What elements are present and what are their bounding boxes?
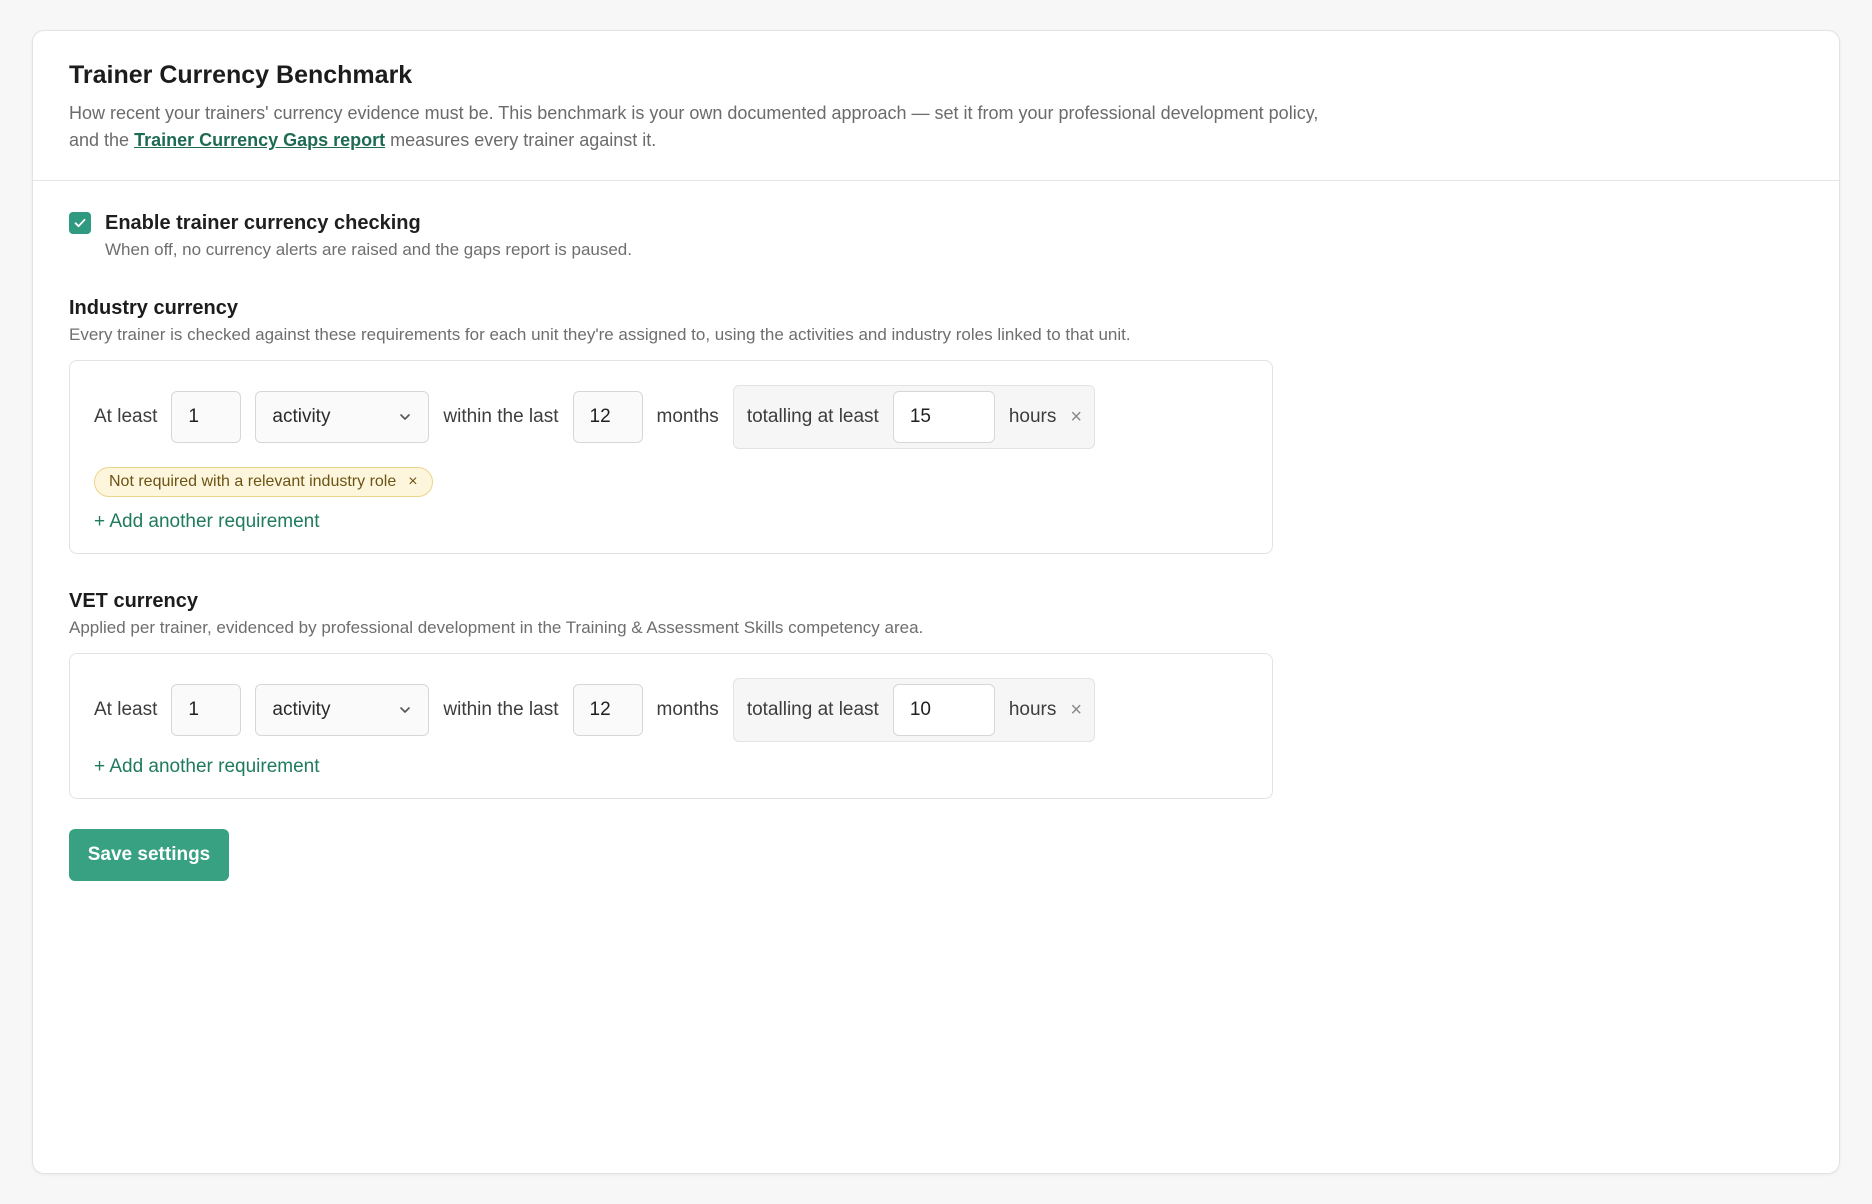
card-header: Trainer Currency Benchmark How recent yo… bbox=[33, 31, 1839, 181]
remove-hours-icon[interactable]: × bbox=[1070, 700, 1082, 720]
hours-label: hours bbox=[1008, 699, 1057, 720]
add-vet-requirement-button[interactable]: + Add another requirement bbox=[94, 756, 1248, 778]
gaps-report-link[interactable]: Trainer Currency Gaps report bbox=[134, 130, 385, 150]
vet-section-title: VET currency bbox=[69, 590, 198, 612]
enable-currency-toggle: Enable trainer currency checking When of… bbox=[69, 211, 1803, 261]
hours-group: totalling at least hours × bbox=[732, 678, 1096, 742]
description-text-end: measures every trainer against it. bbox=[385, 130, 657, 150]
vet-requirements-box: At least activity within the last months… bbox=[69, 653, 1273, 799]
add-industry-requirement-button[interactable]: + Add another requirement bbox=[94, 511, 1248, 533]
within-label: within the last bbox=[443, 699, 559, 720]
months-label: months bbox=[656, 699, 719, 720]
hours-input[interactable] bbox=[892, 684, 995, 736]
unit-select-value: activity bbox=[272, 699, 331, 720]
toggle-text: Enable trainer currency checking When of… bbox=[105, 211, 632, 261]
unit-select[interactable]: activity bbox=[255, 391, 430, 443]
months-label: months bbox=[656, 406, 719, 427]
chevron-down-icon bbox=[400, 707, 411, 713]
chip-label: Not required with a relevant industry ro… bbox=[109, 473, 397, 490]
totalling-label: totalling at least bbox=[746, 699, 879, 720]
enable-label: Enable trainer currency checking bbox=[105, 212, 421, 234]
check-icon bbox=[74, 218, 86, 228]
industry-role-exemption-chip: Not required with a relevant industry ro… bbox=[94, 467, 433, 497]
unit-select[interactable]: activity bbox=[255, 684, 430, 736]
at-least-label: At least bbox=[94, 699, 158, 720]
industry-section-desc: Every trainer is checked against these r… bbox=[69, 325, 1131, 344]
at-least-label: At least bbox=[94, 406, 158, 427]
industry-requirements-box: At least activity within the last months… bbox=[69, 360, 1273, 554]
vet-section-desc: Applied per trainer, evidenced by profes… bbox=[69, 618, 924, 637]
months-input[interactable] bbox=[572, 684, 643, 736]
activity-count-input[interactable] bbox=[171, 684, 242, 736]
vet-requirement-row: At least activity within the last months… bbox=[94, 678, 1248, 742]
industry-section-title: Industry currency bbox=[69, 297, 238, 319]
unit-select-value: activity bbox=[272, 406, 331, 427]
hours-group: totalling at least hours × bbox=[732, 385, 1096, 449]
totalling-label: totalling at least bbox=[746, 406, 879, 427]
enable-checkbox[interactable] bbox=[69, 212, 91, 234]
card-body: Enable trainer currency checking When of… bbox=[33, 181, 1839, 911]
save-settings-button[interactable]: Save settings bbox=[69, 829, 229, 881]
settings-card: Trainer Currency Benchmark How recent yo… bbox=[32, 30, 1840, 1174]
industry-requirement-row: At least activity within the last months… bbox=[94, 385, 1248, 449]
hours-input[interactable] bbox=[892, 391, 995, 443]
within-label: within the last bbox=[443, 406, 559, 427]
remove-hours-icon[interactable]: × bbox=[1070, 407, 1082, 427]
page-description: How recent your trainers' currency evide… bbox=[69, 100, 1329, 154]
months-input[interactable] bbox=[572, 391, 643, 443]
activity-count-input[interactable] bbox=[171, 391, 242, 443]
hours-label: hours bbox=[1008, 406, 1057, 427]
chevron-down-icon bbox=[400, 414, 411, 420]
page-title: Trainer Currency Benchmark bbox=[69, 61, 413, 89]
enable-help-text: When off, no currency alerts are raised … bbox=[105, 240, 632, 259]
remove-chip-icon[interactable]: × bbox=[408, 473, 417, 491]
